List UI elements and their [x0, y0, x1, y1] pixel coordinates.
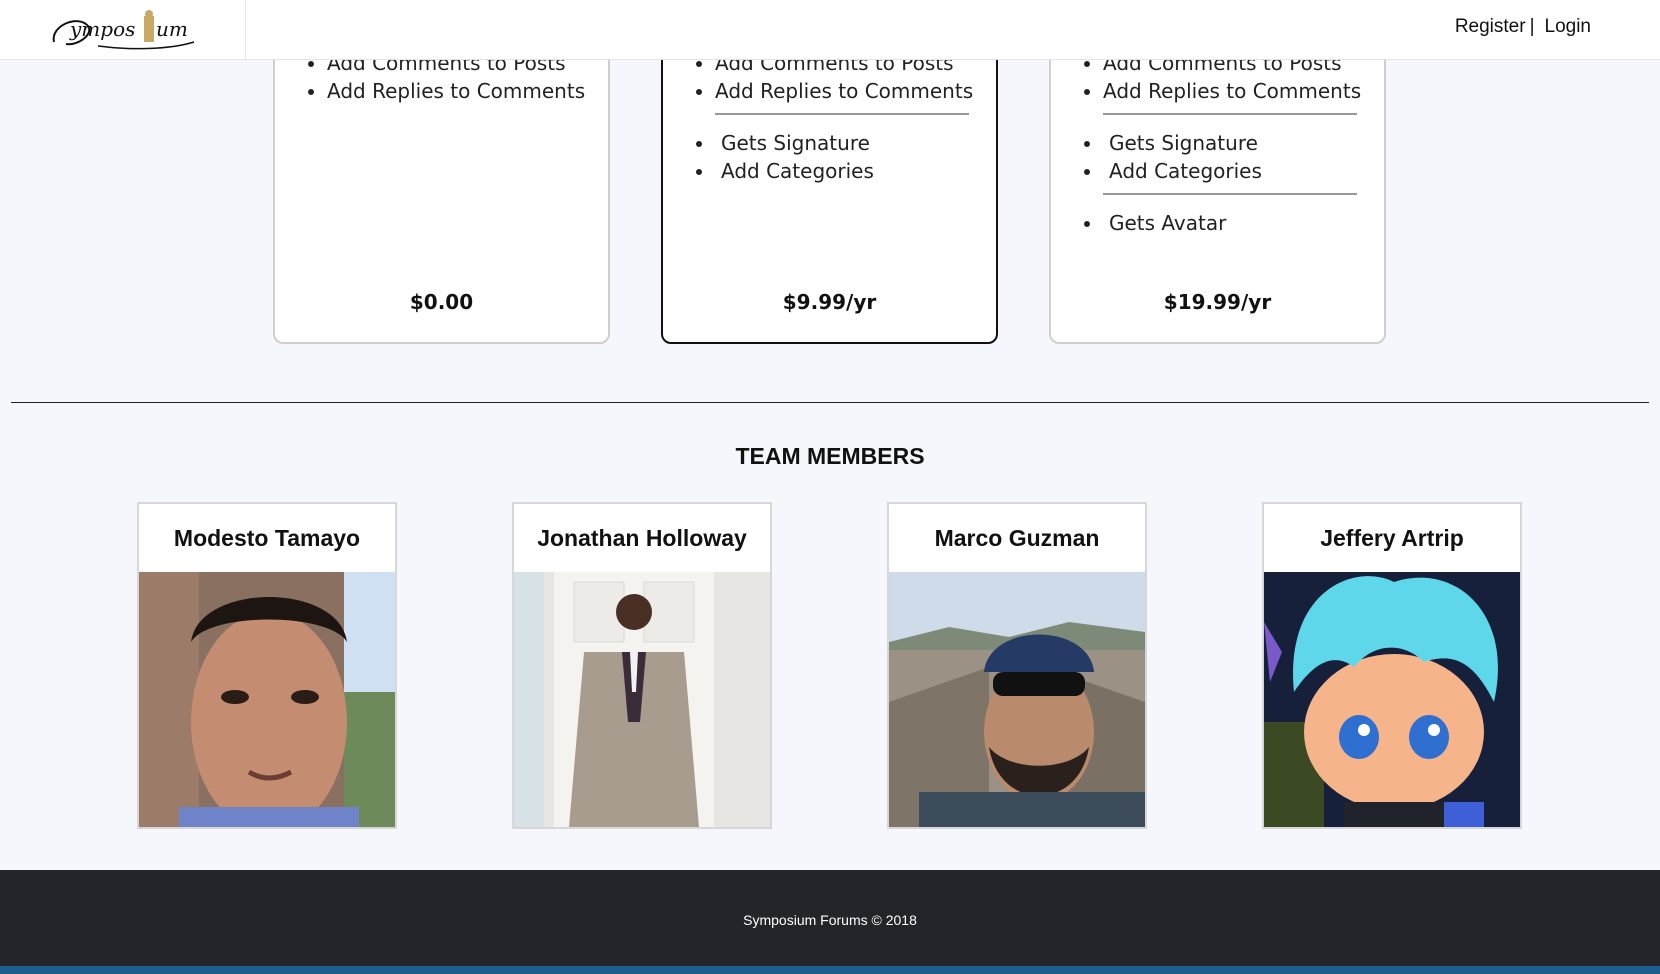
plan-feature: Add Categories	[1103, 157, 1384, 185]
team-member-photo	[1264, 572, 1520, 827]
plan-feature: Gets Signature	[1103, 129, 1384, 157]
plan-divider	[715, 113, 969, 115]
svg-text:um: um	[156, 17, 188, 41]
auth-links: Register | Login	[1455, 16, 1591, 38]
section-divider	[11, 402, 1649, 403]
team-member-card: Jonathan Holloway	[512, 502, 772, 829]
editor-status-bar	[0, 966, 1660, 974]
plan-extra-feature-list: Gets Signature Add Categories	[663, 129, 996, 185]
team-member-name: Jonathan Holloway	[537, 524, 747, 551]
team-member-name: Jeffery Artrip	[1320, 524, 1464, 551]
nav-separator: |	[1529, 16, 1535, 37]
plan-feature: Gets Avatar	[1103, 209, 1384, 237]
brand-logo-link[interactable]: ympos um	[0, 0, 246, 60]
team-section-title: TEAM MEMBERS	[735, 443, 925, 469]
team-member-photo	[514, 572, 770, 827]
plan-extra-feature-list: Gets Signature Add Categories	[1051, 129, 1384, 185]
footer-copyright: Symposium Forums © 2018	[743, 912, 917, 928]
plan-divider	[1103, 113, 1357, 115]
plan-card-premium[interactable]: Add Comments to Posts Add Replies to Com…	[1049, 30, 1386, 344]
login-link[interactable]: Login	[1545, 16, 1592, 38]
team-member-name: Marco Guzman	[934, 524, 1100, 551]
team-member-photo	[889, 572, 1145, 827]
team-member-card: Modesto Tamayo	[137, 502, 397, 829]
team-member-card: Jeffery Artrip	[1262, 502, 1522, 829]
team-member-photo	[139, 572, 395, 827]
plan-extra-feature-list: Gets Avatar	[1051, 209, 1384, 237]
navbar: ympos um Register | Login	[0, 0, 1660, 60]
svg-text:ympos: ympos	[69, 17, 135, 41]
plan-price: $19.99/yr	[1163, 290, 1272, 314]
team-member-card: Marco Guzman	[887, 502, 1147, 829]
plan-feature: Add Categories	[715, 157, 996, 185]
plan-card-standard[interactable]: Add Comments to Posts Add Replies to Com…	[661, 30, 998, 344]
plan-feature: Add Replies to Comments	[1103, 77, 1384, 105]
plan-price: $0.00	[409, 290, 474, 314]
plan-feature: Add Replies to Comments	[327, 77, 608, 105]
plan-price: $9.99/yr	[782, 290, 877, 314]
footer: Symposium Forums © 2018	[0, 870, 1660, 974]
plan-card-free[interactable]: Add Comments to Posts Add Replies to Com…	[273, 30, 610, 344]
plan-divider	[1103, 193, 1357, 195]
team-member-name: Modesto Tamayo	[173, 524, 361, 551]
plan-feature: Gets Signature	[715, 129, 996, 157]
register-link[interactable]: Register	[1455, 16, 1526, 38]
plan-feature: Add Replies to Comments	[715, 77, 996, 105]
symposium-logo: ympos um	[52, 10, 194, 50]
